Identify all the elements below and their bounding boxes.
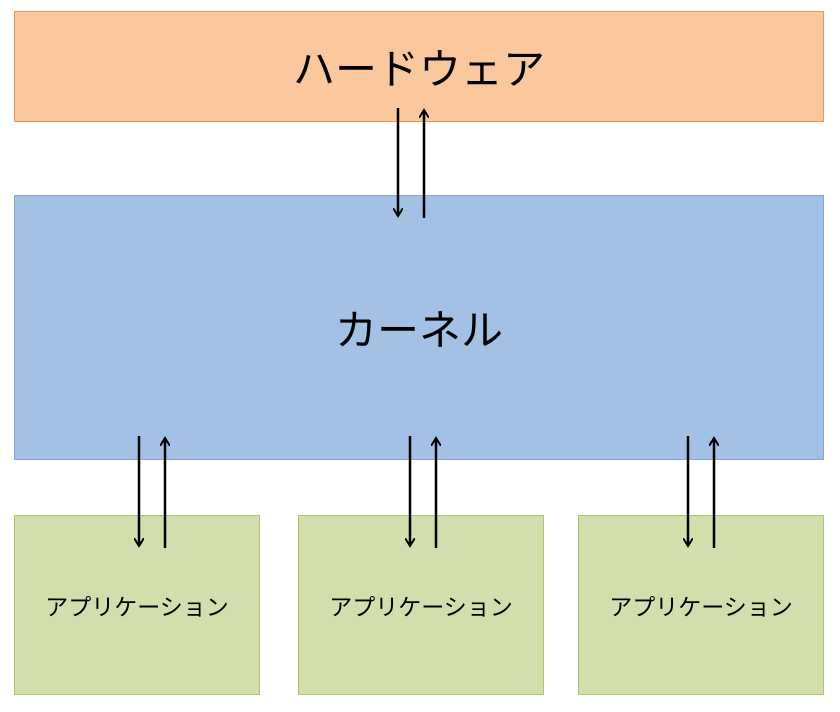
hardware-label: ハードウェア: [292, 45, 545, 94]
hardware-box: ハードウェア: [14, 11, 824, 122]
kernel-label: カーネル: [334, 306, 503, 355]
application-label-2: アプリケーション: [329, 595, 513, 621]
kernel-box: カーネル: [14, 195, 824, 460]
application-label-1: アプリケーション: [45, 595, 229, 621]
application-box-1: アプリケーション: [14, 515, 260, 695]
application-box-2: アプリケーション: [298, 515, 544, 695]
application-box-3: アプリケーション: [578, 515, 824, 695]
application-label-3: アプリケーション: [609, 595, 793, 621]
